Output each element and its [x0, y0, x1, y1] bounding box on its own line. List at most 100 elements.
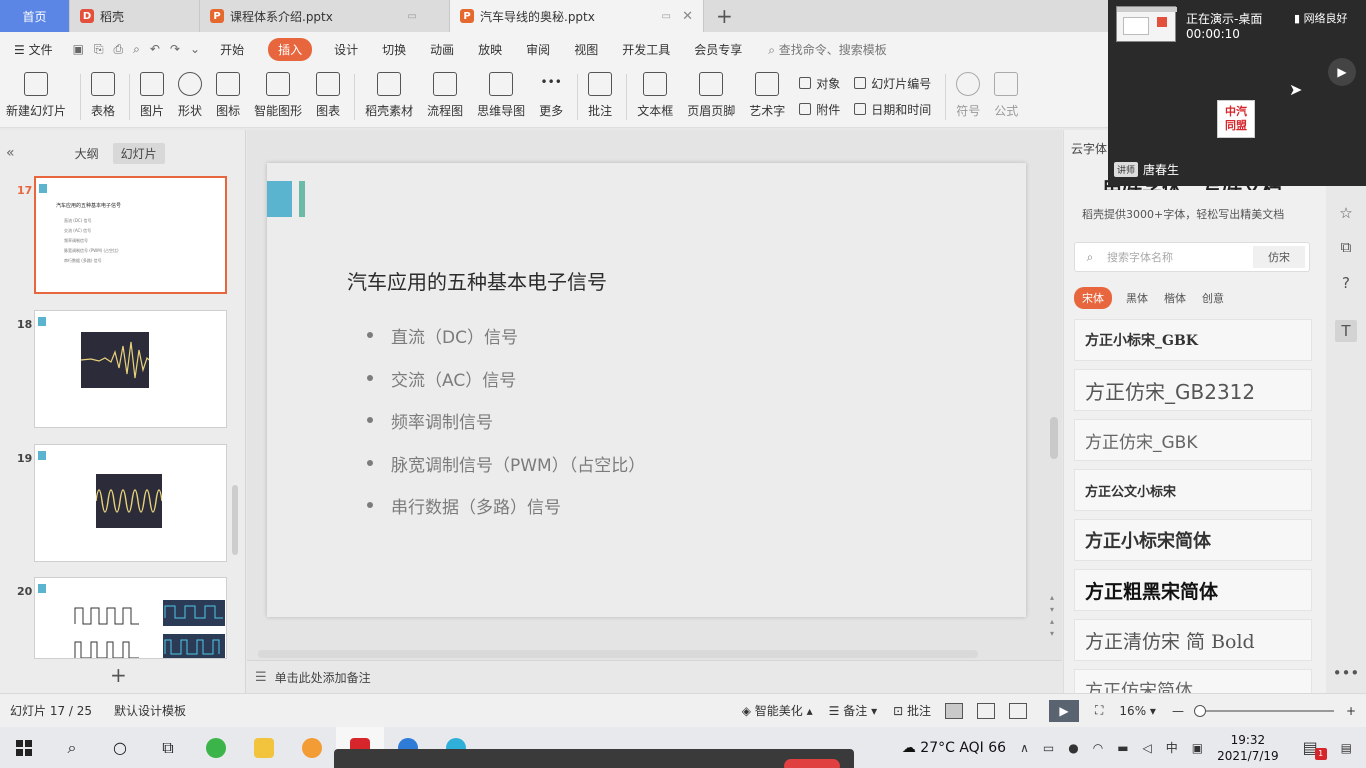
wordart-button[interactable]: 艺术字	[749, 66, 785, 119]
flowchart-button[interactable]: 流程图	[427, 66, 463, 119]
font-search[interactable]: ⌕ 搜索字体名称 仿宋	[1074, 242, 1310, 272]
copy-icon[interactable]: ⧉	[1335, 236, 1357, 258]
menu-review[interactable]: 审阅	[526, 41, 550, 58]
slide-thumbnail[interactable]	[34, 310, 227, 428]
tab-course-intro[interactable]: P 课程体系介绍.pptx ▭	[200, 0, 450, 32]
font-card[interactable]: 方正粗黑宋简体	[1074, 569, 1312, 611]
font-card[interactable]: 方正仿宋简体	[1074, 669, 1312, 693]
menu-start[interactable]: 开始	[220, 41, 244, 58]
battery-icon[interactable]: ▬	[1117, 741, 1128, 755]
zoom-slider-handle[interactable]	[1193, 704, 1206, 717]
tab-outline[interactable]: 大纲	[67, 143, 107, 164]
normal-view-icon[interactable]	[945, 702, 964, 719]
zoom-out-icon[interactable]: —	[1172, 704, 1184, 718]
font-search-input[interactable]: 搜索字体名称	[1101, 249, 1253, 265]
windows-start-icon[interactable]	[0, 727, 48, 768]
action-center-icon[interactable]: ▤	[1341, 741, 1352, 755]
search-icon[interactable]: ⌕	[48, 727, 96, 768]
menu-design[interactable]: 设计	[334, 41, 358, 58]
textbox-button[interactable]: 文本框	[637, 66, 673, 119]
formula-button[interactable]: 公式	[994, 66, 1018, 119]
slides-scrollbar[interactable]	[232, 485, 238, 555]
mindmap-button[interactable]: 思维导图	[477, 66, 525, 119]
redo-icon[interactable]: ↷	[170, 42, 180, 56]
wifi-icon[interactable]: ◠	[1093, 741, 1103, 755]
screen-share-toolbar[interactable]	[334, 749, 854, 768]
slide-thumbnail[interactable]: 汽车应用的五种基本电子信号 直流 (DC) 信号 交流 (AC) 信号 频率调制…	[34, 176, 227, 294]
editor-horizontal-scrollbar[interactable]	[258, 650, 978, 658]
font-card[interactable]: 方正公文小标宋	[1074, 469, 1312, 511]
wps-tray-icon[interactable]: ▣	[1192, 741, 1203, 755]
menu-transition[interactable]: 切换	[382, 41, 406, 58]
filter-heiti[interactable]: 黑体	[1126, 290, 1148, 306]
more-button[interactable]: ••• 更多	[539, 66, 563, 119]
slide-thumbnail[interactable]	[34, 577, 227, 659]
file-menu[interactable]: ☰ 文件	[14, 41, 53, 58]
comments-toggle[interactable]: ⊡ 批注	[893, 702, 931, 719]
undo-icon[interactable]: ↶	[150, 42, 160, 56]
comment-button[interactable]: 批注	[588, 66, 612, 119]
monitor-tray-icon[interactable]: ▭	[1043, 741, 1054, 755]
show-hidden-icons[interactable]: ∧	[1020, 741, 1029, 755]
symbol-button[interactable]: 符号	[956, 66, 980, 119]
qq-browser-icon[interactable]	[288, 727, 336, 768]
zoom-in-icon[interactable]: +	[1346, 704, 1356, 718]
print-icon[interactable]: ⎙	[114, 42, 124, 57]
page-nav-arrows[interactable]: ▴ ▾ ▴ ▾	[1050, 592, 1054, 640]
object-button[interactable]: 对象	[799, 75, 840, 92]
filter-creative[interactable]: 创意	[1202, 290, 1224, 306]
chart-button[interactable]: 图表	[316, 66, 340, 119]
camera-off-icon[interactable]: ▶	[1328, 58, 1356, 86]
menu-slideshow[interactable]: 放映	[478, 41, 502, 58]
add-slide-button[interactable]: +	[110, 663, 127, 687]
tab-wire-secrets[interactable]: P 汽车导线的奥秘.pptx ▭ ✕	[450, 0, 704, 32]
template-name[interactable]: 默认设计模板	[114, 702, 186, 719]
microphone-icon[interactable]: ●	[1068, 741, 1078, 755]
stop-share-button[interactable]	[784, 759, 840, 768]
cortana-icon[interactable]: ○	[96, 727, 144, 768]
docer-material-button[interactable]: 稻壳素材	[365, 66, 413, 119]
fit-window-icon[interactable]: ⛶	[1095, 703, 1103, 718]
font-card[interactable]: 方正小标宋_GBK	[1074, 319, 1312, 361]
header-footer-button[interactable]: 页眉页脚	[687, 66, 735, 119]
menu-animation[interactable]: 动画	[430, 41, 454, 58]
command-search[interactable]: ⌕ 查找命令、搜索模板	[768, 41, 887, 58]
smartart-button[interactable]: 智能图形	[254, 66, 302, 119]
font-panel-icon[interactable]: T	[1335, 320, 1357, 342]
notes-area[interactable]: ☰ 单击此处添加备注	[247, 660, 1062, 693]
attachment-button[interactable]: 附件	[799, 101, 840, 118]
font-card[interactable]: 方正仿宋_GBK	[1074, 419, 1312, 461]
help-icon[interactable]: ?	[1335, 272, 1357, 294]
preview-icon[interactable]: ⌕	[133, 42, 140, 57]
collapse-icon[interactable]: «	[6, 145, 15, 161]
filter-kaiti[interactable]: 楷体	[1164, 290, 1186, 306]
system-clock[interactable]: 19:32 2021/7/19	[1217, 732, 1279, 764]
menu-view[interactable]: 视图	[574, 41, 598, 58]
zoom-slider[interactable]	[1193, 704, 1334, 717]
volume-icon[interactable]: ◁	[1143, 741, 1152, 755]
tab-docer[interactable]: D 稻壳	[70, 0, 200, 32]
font-card[interactable]: 方正清仿宋 简 Bold	[1074, 619, 1312, 661]
font-card[interactable]: 方正小标宋简体	[1074, 519, 1312, 561]
menu-member[interactable]: 会员专享	[694, 41, 742, 58]
pin-icon[interactable]: ☆	[1335, 202, 1357, 224]
smart-beautify-button[interactable]: ◈ 智能美化 ▴	[742, 702, 813, 719]
weather-widget[interactable]: ☁ 27°C AQI 66	[902, 740, 1006, 756]
shape-button[interactable]: 形状	[178, 66, 202, 119]
slide-number-button[interactable]: 幻灯片编号	[854, 75, 931, 92]
file-explorer-icon[interactable]	[240, 727, 288, 768]
zoom-level[interactable]: 16% ▾	[1119, 704, 1156, 718]
tab-slides[interactable]: 幻灯片	[112, 142, 165, 164]
export-icon[interactable]: ⎘	[94, 42, 104, 57]
font-search-suggestion[interactable]: 仿宋	[1253, 246, 1305, 268]
bullet-list[interactable]: 直流（DC）信号 交流（AC）信号 频率调制信号 脉宽调制信号（PWM）（占空比…	[367, 323, 645, 536]
close-icon[interactable]: ✕	[682, 9, 693, 24]
editor-vertical-scrollbar[interactable]	[1050, 417, 1058, 459]
slide-thumbnail[interactable]	[34, 444, 227, 562]
screen-preview[interactable]	[1116, 6, 1177, 42]
new-tab-button[interactable]: +	[704, 0, 745, 32]
table-button[interactable]: 表格	[91, 66, 115, 119]
ime-indicator[interactable]: 中	[1166, 739, 1178, 756]
notes-toggle[interactable]: ☰ 备注 ▾	[829, 702, 877, 719]
current-slide[interactable]: 汽车应用的五种基本电子信号 直流（DC）信号 交流（AC）信号 频率调制信号 脉…	[267, 163, 1026, 617]
